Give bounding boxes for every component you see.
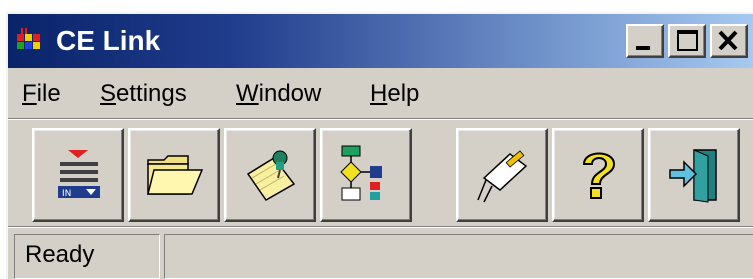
menu-settings-label: ettings <box>116 80 187 107</box>
maximize-button[interactable] <box>668 24 706 58</box>
status-pane-secondary <box>164 234 753 279</box>
exit-button[interactable] <box>648 128 740 222</box>
minimize-button[interactable] <box>626 24 664 58</box>
flowchart-icon <box>340 145 382 201</box>
window-title: CE Link <box>56 25 161 56</box>
app-window: CE Link File Settings Window Help IN Rea… <box>6 12 753 279</box>
svg-text:IN: IN <box>62 189 71 199</box>
app-icon[interactable] <box>14 26 44 56</box>
menu-help-label: elp <box>387 80 420 107</box>
note-pin-icon <box>246 150 296 201</box>
menu-bar: File Settings Window Help <box>8 68 753 118</box>
menu-file-accelerator: F <box>22 80 37 107</box>
menu-file-label: ile <box>36 80 61 107</box>
help-button[interactable] <box>552 128 644 222</box>
connector-cable-icon <box>477 150 528 203</box>
connect-button[interactable] <box>456 128 548 222</box>
folder-open-icon <box>147 155 204 195</box>
status-text: Ready <box>14 234 160 279</box>
maximize-icon <box>677 30 698 51</box>
menu-settings[interactable]: Settings <box>100 80 187 108</box>
close-button[interactable] <box>710 24 748 58</box>
menu-help[interactable]: Help <box>370 80 419 108</box>
note-button[interactable] <box>224 128 316 222</box>
inbox-button[interactable]: IN <box>32 128 124 222</box>
inbox-icon: IN <box>58 150 100 199</box>
menu-file[interactable]: File <box>22 80 61 108</box>
menu-window-label: indow <box>258 80 322 107</box>
flowchart-button[interactable] <box>320 128 412 222</box>
menu-window-accelerator: W <box>236 80 259 107</box>
open-folder-button[interactable] <box>128 128 220 222</box>
help-question-icon <box>582 152 616 199</box>
status-bar: Ready <box>8 230 753 279</box>
toolbar: IN <box>8 120 753 226</box>
menu-settings-accelerator: S <box>100 80 117 107</box>
minimize-icon <box>636 46 650 50</box>
title-bar[interactable]: CE Link <box>8 14 753 68</box>
menu-help-accelerator: H <box>370 80 388 107</box>
menu-window[interactable]: Window <box>236 80 321 108</box>
close-icon <box>718 30 738 51</box>
toolbar-separator-highlight <box>8 227 753 228</box>
exit-door-icon <box>669 149 717 203</box>
